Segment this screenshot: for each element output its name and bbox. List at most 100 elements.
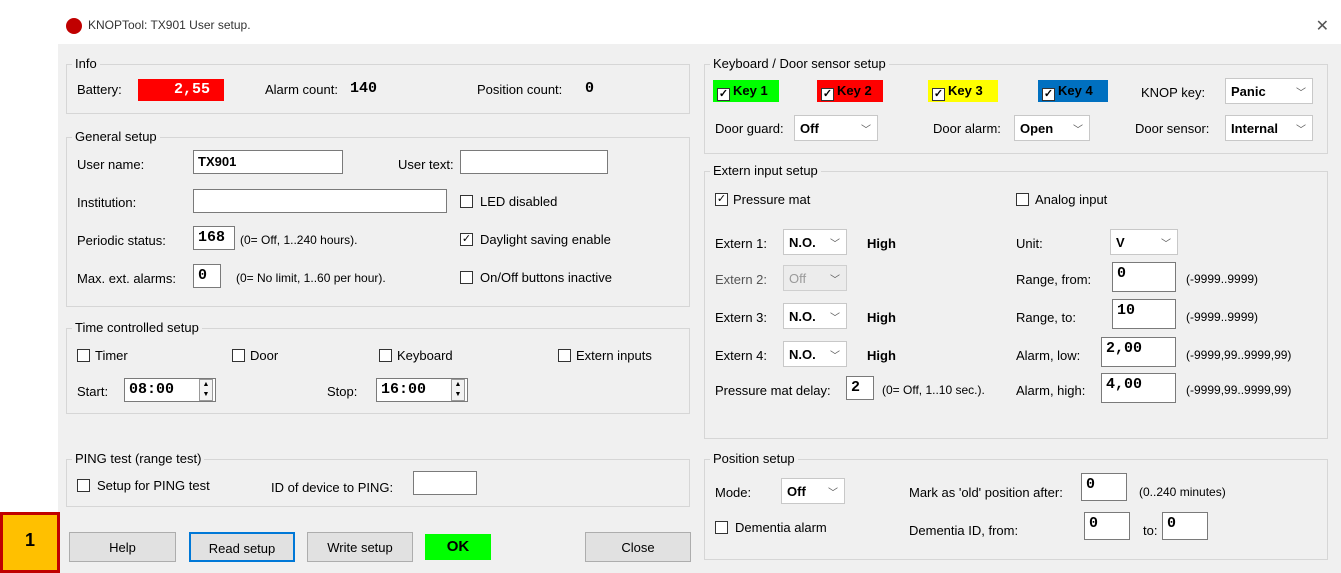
institution-input[interactable] xyxy=(193,189,447,213)
write-setup-button[interactable]: Write setup xyxy=(307,532,413,562)
knop-key-value: Panic xyxy=(1231,84,1266,99)
dementia-alarm-checkbox[interactable] xyxy=(715,521,728,534)
keyboard-checkbox[interactable] xyxy=(379,349,392,362)
ping-id-input[interactable] xyxy=(413,471,477,495)
range-from-label: Range, from: xyxy=(1016,272,1092,287)
pressure-delay-label: Pressure mat delay: xyxy=(715,383,831,398)
key-1[interactable]: ✓ Key 1 xyxy=(713,80,779,102)
start-spinner-icon[interactable]: ▲ ▼ xyxy=(199,379,213,401)
key-2[interactable]: ✓ Key 2 xyxy=(817,80,883,102)
dementia-id-label: Dementia ID, from: xyxy=(909,523,1019,538)
door-guard-value: Off xyxy=(800,121,819,136)
position-count-value: 0 xyxy=(585,80,595,97)
extern-1-select[interactable]: N.O. ﹀ xyxy=(783,229,847,255)
unit-select[interactable]: V ﹀ xyxy=(1110,229,1178,255)
door-alarm-select[interactable]: Open ﹀ xyxy=(1014,115,1090,141)
chevron-down-icon: ﹀ xyxy=(828,488,838,499)
start-label: Start: xyxy=(77,384,109,399)
daylight-saving-checkbox[interactable]: ✓ xyxy=(460,233,473,246)
door-sensor-select[interactable]: Internal ﹀ xyxy=(1225,115,1313,141)
key-4[interactable]: ✓ Key 4 xyxy=(1038,80,1108,102)
range-to-hint: (-9999..9999) xyxy=(1186,310,1259,324)
pressure-delay-input[interactable]: 2 xyxy=(846,376,874,400)
institution-label: Institution: xyxy=(77,195,137,210)
mark-old-label: Mark as 'old' position after: xyxy=(909,485,1063,500)
info-legend: Info xyxy=(72,56,100,71)
extern-4-value: N.O. xyxy=(789,347,816,362)
door-checkbox[interactable] xyxy=(232,349,245,362)
chevron-down-icon: ﹀ xyxy=(830,313,840,324)
alarm-high-input[interactable]: 4,00 xyxy=(1101,373,1176,403)
read-setup-button[interactable]: Read setup xyxy=(189,532,295,562)
door-guard-select[interactable]: Off ﹀ xyxy=(794,115,878,141)
range-to-label: Range, to: xyxy=(1016,310,1076,325)
pressure-delay-hint: (0= Off, 1..10 sec.). xyxy=(882,383,985,397)
range-from-input[interactable]: 0 xyxy=(1112,262,1176,292)
alarm-high-hint: (-9999,99..9999,99) xyxy=(1186,383,1292,397)
key-4-label: Key 4 xyxy=(1058,83,1093,98)
extern-1-label: Extern 1: xyxy=(715,236,768,251)
led-disabled-checkbox[interactable] xyxy=(460,195,473,208)
ping-id-label: ID of device to PING: xyxy=(271,480,394,495)
user-text-input[interactable] xyxy=(460,150,608,174)
dementia-to-input[interactable]: 0 xyxy=(1162,512,1208,540)
extern-inputs-checkbox[interactable] xyxy=(558,349,571,362)
close-button[interactable]: Close xyxy=(585,532,691,562)
door-alarm-value: Open xyxy=(1020,121,1054,136)
stop-spinner-icon[interactable]: ▲ ▼ xyxy=(451,379,465,401)
mode-value: Off xyxy=(787,484,806,499)
extern-4-level: High xyxy=(867,348,896,363)
user-name-label: User name: xyxy=(77,157,145,172)
ping-setup-checkbox[interactable] xyxy=(77,479,90,492)
status-ok-badge: OK xyxy=(425,534,491,560)
knop-key-select[interactable]: Panic ﹀ xyxy=(1225,78,1313,104)
chevron-down-icon: ﹀ xyxy=(1296,88,1306,99)
mode-select[interactable]: Off ﹀ xyxy=(781,478,845,504)
alarm-high-label: Alarm, high: xyxy=(1016,383,1086,398)
analog-input-checkbox[interactable] xyxy=(1016,193,1029,206)
extern-3-select[interactable]: N.O. ﹀ xyxy=(783,303,847,329)
led-disabled-label: LED disabled xyxy=(480,194,558,209)
extern-inputs-label: Extern inputs xyxy=(576,348,652,363)
position-group xyxy=(704,459,1328,560)
pressure-mat-label: Pressure mat xyxy=(733,192,811,207)
user-name-input[interactable]: TX901 xyxy=(193,150,343,174)
battery-label: Battery: xyxy=(77,82,122,97)
range-from-hint: (-9999..9999) xyxy=(1186,272,1259,286)
max-alarms-input[interactable]: 0 xyxy=(193,264,221,288)
periodic-status-input[interactable]: 168 xyxy=(193,226,235,250)
extern-2-label: Extern 2: xyxy=(715,272,768,287)
pressure-mat-checkbox[interactable]: ✓ xyxy=(715,193,728,206)
range-to-input[interactable]: 10 xyxy=(1112,299,1176,329)
periodic-status-label: Periodic status: xyxy=(77,233,166,248)
knop-key-label: KNOP key: xyxy=(1141,85,1206,100)
onoff-inactive-checkbox[interactable] xyxy=(460,271,473,284)
extern-4-label: Extern 4: xyxy=(715,348,768,363)
alarm-low-input[interactable]: 2,00 xyxy=(1101,337,1176,367)
timer-label: Timer xyxy=(95,348,128,363)
general-setup-legend: General setup xyxy=(72,129,160,144)
extern-1-level: High xyxy=(867,236,896,251)
alarm-low-label: Alarm, low: xyxy=(1016,348,1081,363)
alarm-count-label: Alarm count: xyxy=(265,82,338,97)
dementia-from-input[interactable]: 0 xyxy=(1084,512,1130,540)
max-alarms-label: Max. ext. alarms: xyxy=(77,271,176,286)
ping-setup-label: Setup for PING test xyxy=(97,478,210,493)
title-bar: KNOPTool: TX901 User setup. ✕ xyxy=(58,8,1341,44)
extern-4-select[interactable]: N.O. ﹀ xyxy=(783,341,847,367)
stop-label: Stop: xyxy=(327,384,358,399)
key-3[interactable]: ✓ Key 3 xyxy=(928,80,998,102)
key-1-label: Key 1 xyxy=(733,83,768,98)
window-title: KNOPTool: TX901 User setup. xyxy=(88,18,251,32)
timer-checkbox[interactable] xyxy=(77,349,90,362)
close-icon[interactable]: ✕ xyxy=(1316,16,1329,36)
help-button[interactable]: Help xyxy=(69,532,176,562)
ping-legend: PING test (range test) xyxy=(72,451,205,466)
position-legend: Position setup xyxy=(710,451,798,466)
extern-2-value: Off xyxy=(789,271,807,286)
mark-old-input[interactable]: 0 xyxy=(1081,473,1127,501)
chevron-down-icon: ﹀ xyxy=(830,239,840,250)
extern-3-level: High xyxy=(867,310,896,325)
alarm-count-value: 140 xyxy=(350,80,378,97)
door-sensor-label: Door sensor: xyxy=(1135,121,1210,136)
